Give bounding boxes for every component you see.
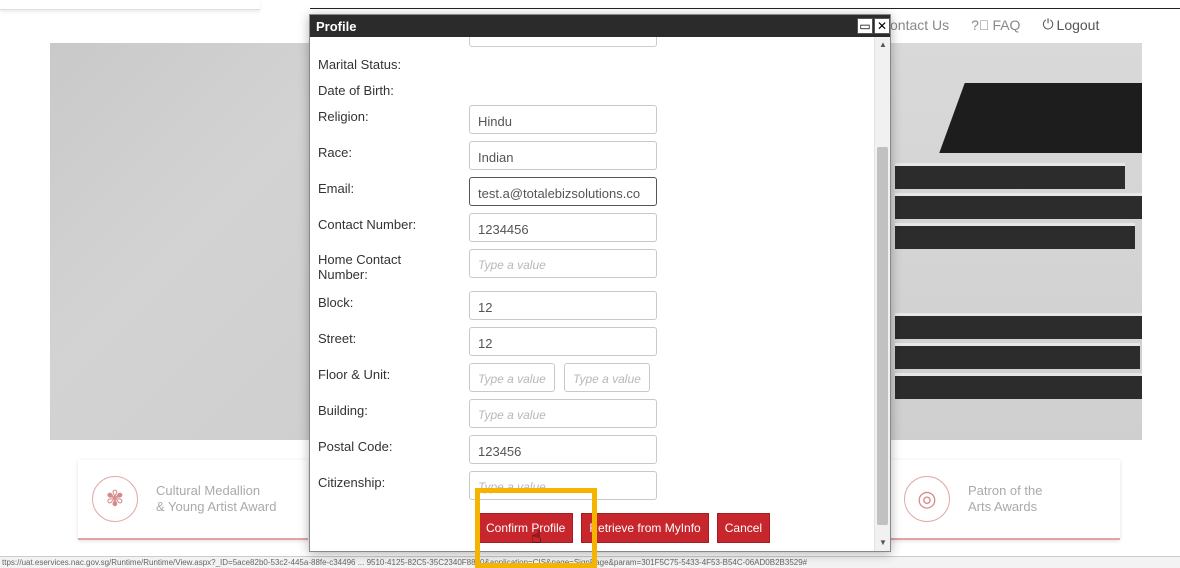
scrolled-input-partial[interactable]: [469, 37, 657, 47]
header-divider: [310, 8, 1180, 9]
home-contact-label-line: Home Contact: [318, 252, 402, 267]
unit-input[interactable]: Type a value: [564, 363, 650, 392]
dob-label: Date of Birth:: [318, 83, 394, 98]
scroll-thumb[interactable]: [877, 147, 888, 525]
postal-code-input[interactable]: 123456: [469, 435, 657, 464]
dialog-scrollbar[interactable]: ▲ ▼: [874, 37, 890, 551]
nav-logout[interactable]: ⏻ Logout: [1042, 16, 1099, 33]
nav-logout-label: Logout: [1056, 16, 1100, 33]
hero-banner-image: [885, 43, 1142, 440]
email-field[interactable]: test.a@totalebizsolutions.co: [469, 177, 657, 206]
award-card-patron-arts[interactable]: ◎ Patron of the Arts Awards: [890, 460, 1120, 540]
building-label: Building:: [318, 403, 368, 418]
book-shape: [895, 373, 1142, 399]
award-card-line: & Young Artist Award: [156, 499, 277, 514]
religion-label: Religion:: [318, 109, 369, 124]
home-contact-label-line: Number:: [318, 267, 368, 282]
nav-contact-us[interactable]: ontact Us: [890, 16, 949, 33]
block-label: Block:: [318, 295, 354, 310]
race-input[interactable]: Indian: [469, 141, 657, 170]
building-input[interactable]: Type a value: [469, 399, 657, 428]
nav-faq-label: FAQ: [992, 16, 1021, 33]
nav-faq[interactable]: ?⃝ FAQ: [971, 16, 1020, 33]
religion-input[interactable]: Hindu: [469, 105, 657, 134]
book-shape: [895, 223, 1135, 249]
dialog-body: Marital Status: Date of Birth: Religion:…: [310, 37, 874, 551]
block-input[interactable]: 12: [469, 291, 657, 320]
dialog-header: Profile ▭ ✕: [310, 15, 890, 37]
close-icon[interactable]: ✕: [874, 18, 890, 34]
citizenship-label: Citizenship:: [318, 475, 386, 490]
contact-number-input[interactable]: 1234456: [469, 213, 657, 242]
maximize-icon[interactable]: ▭: [857, 18, 873, 34]
award-trophy-icon: ◎: [904, 476, 950, 522]
book-shape: [895, 163, 1125, 189]
postal-code-label: Postal Code:: [318, 439, 393, 454]
home-contact-label: Home Contact Number:: [318, 252, 401, 282]
top-bar-fragment: [0, 0, 260, 10]
email-label: Email:: [318, 181, 355, 196]
power-icon: ⏻: [1042, 16, 1054, 32]
floor-unit-label: Floor & Unit:: [318, 367, 391, 382]
question-circle-icon: ?⃝: [971, 16, 990, 33]
hero-banner-left: [50, 43, 312, 440]
marital-status-label: Marital Status:: [318, 57, 402, 72]
medallion-emblem-icon: ✾: [92, 476, 138, 522]
dialog-title: Profile: [316, 19, 357, 34]
street-input[interactable]: 12: [469, 327, 657, 356]
contact-number-label: Contact Number:: [318, 217, 417, 232]
floor-input[interactable]: Type a value: [469, 363, 555, 392]
graduation-cap-shape: [939, 83, 1142, 153]
book-shape: [895, 313, 1142, 339]
scroll-down-arrow-icon[interactable]: ▼: [875, 535, 891, 551]
dialog-window-controls: ▭ ✕: [857, 18, 890, 34]
nav-contact-label: ontact Us: [890, 16, 950, 33]
book-shape: [895, 343, 1140, 369]
hand-pointer-icon: ☝: [531, 527, 542, 547]
race-label: Race:: [318, 145, 352, 160]
retrieve-myinfo-button[interactable]: Retrieve from MyInfo: [581, 513, 709, 543]
award-card-line: Arts Awards: [968, 499, 1038, 514]
profile-dialog: Profile ▭ ✕ Marital Status: Date of Birt…: [309, 14, 891, 552]
scroll-up-arrow-icon[interactable]: ▲: [875, 37, 891, 53]
award-card-line: Cultural Medallion: [156, 483, 261, 498]
award-card-label: Cultural Medallion & Young Artist Award: [156, 483, 276, 515]
top-nav: ontact Us ?⃝ FAQ ⏻ Logout: [890, 16, 1099, 33]
award-card-cultural-medallion[interactable]: ✾ Cultural Medallion & Young Artist Awar…: [78, 460, 308, 540]
cancel-button[interactable]: Cancel: [716, 513, 771, 543]
award-card-label: Patron of the Arts Awards: [968, 483, 1042, 515]
home-contact-input[interactable]: Type a value: [469, 249, 657, 278]
award-card-line: Patron of the: [968, 483, 1043, 498]
street-label: Street:: [318, 331, 357, 346]
book-shape: [895, 193, 1142, 219]
